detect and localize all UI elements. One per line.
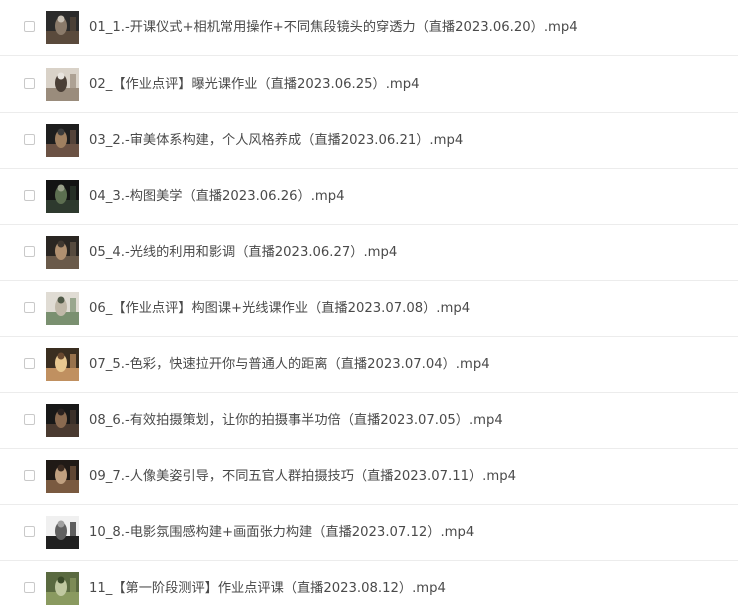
select-checkbox[interactable] — [24, 21, 35, 32]
file-name[interactable]: 04_3.-构图美学（直播2023.06.26）.mp4 — [89, 187, 345, 207]
file-row[interactable]: 03_2.-审美体系构建，个人风格养成（直播2023.06.21）.mp4 — [0, 113, 738, 169]
file-row[interactable]: 09_7.-人像美姿引导，不同五官人群拍摄技巧（直播2023.07.11）.mp… — [0, 449, 738, 505]
file-row[interactable]: 07_5.-色彩，快速拉开你与普通人的距离（直播2023.07.04）.mp4 — [0, 337, 738, 393]
file-name[interactable]: 02_【作业点评】曝光课作业（直播2023.06.25）.mp4 — [89, 75, 420, 95]
file-row[interactable]: 06_【作业点评】构图课+光线课作业（直播2023.07.08）.mp4 — [0, 281, 738, 337]
select-checkbox[interactable] — [24, 470, 35, 481]
select-checkbox[interactable] — [24, 582, 35, 593]
file-row[interactable]: 10_8.-电影氛围感构建+画面张力构建（直播2023.07.12）.mp4 — [0, 505, 738, 561]
select-checkbox[interactable] — [24, 526, 35, 537]
file-name[interactable]: 03_2.-审美体系构建，个人风格养成（直播2023.06.21）.mp4 — [89, 131, 463, 151]
video-thumbnail-icon — [46, 11, 79, 44]
video-thumbnail-icon — [46, 180, 79, 213]
file-list: 01_1.-开课仪式+相机常用操作+不同焦段镜头的穿透力（直播2023.06.2… — [0, 0, 738, 612]
video-thumbnail-icon — [46, 572, 79, 605]
select-checkbox[interactable] — [24, 134, 35, 145]
select-checkbox[interactable] — [24, 414, 35, 425]
select-checkbox[interactable] — [24, 78, 35, 89]
file-row[interactable]: 04_3.-构图美学（直播2023.06.26）.mp4 — [0, 169, 738, 225]
video-thumbnail-icon — [46, 516, 79, 549]
select-checkbox[interactable] — [24, 190, 35, 201]
file-name[interactable]: 08_6.-有效拍摄策划，让你的拍摄事半功倍（直播2023.07.05）.mp4 — [89, 411, 503, 431]
video-thumbnail-icon — [46, 236, 79, 269]
file-row[interactable]: 01_1.-开课仪式+相机常用操作+不同焦段镜头的穿透力（直播2023.06.2… — [0, 0, 738, 56]
select-checkbox[interactable] — [24, 246, 35, 257]
video-thumbnail-icon — [46, 124, 79, 157]
file-name[interactable]: 07_5.-色彩，快速拉开你与普通人的距离（直播2023.07.04）.mp4 — [89, 355, 490, 375]
file-row[interactable]: 05_4.-光线的利用和影调（直播2023.06.27）.mp4 — [0, 225, 738, 281]
select-checkbox[interactable] — [24, 302, 35, 313]
file-name[interactable]: 09_7.-人像美姿引导，不同五官人群拍摄技巧（直播2023.07.11）.mp… — [89, 467, 516, 487]
file-row[interactable]: 08_6.-有效拍摄策划，让你的拍摄事半功倍（直播2023.07.05）.mp4 — [0, 393, 738, 449]
video-thumbnail-icon — [46, 404, 79, 437]
file-name[interactable]: 01_1.-开课仪式+相机常用操作+不同焦段镜头的穿透力（直播2023.06.2… — [89, 18, 578, 38]
file-row[interactable]: 11_【第一阶段测评】作业点评课（直播2023.08.12）.mp4 — [0, 561, 738, 612]
video-thumbnail-icon — [46, 292, 79, 325]
video-thumbnail-icon — [46, 460, 79, 493]
select-checkbox[interactable] — [24, 358, 35, 369]
video-thumbnail-icon — [46, 68, 79, 101]
file-name[interactable]: 10_8.-电影氛围感构建+画面张力构建（直播2023.07.12）.mp4 — [89, 523, 474, 543]
file-row[interactable]: 02_【作业点评】曝光课作业（直播2023.06.25）.mp4 — [0, 57, 738, 113]
file-name[interactable]: 06_【作业点评】构图课+光线课作业（直播2023.07.08）.mp4 — [89, 299, 470, 319]
file-name[interactable]: 05_4.-光线的利用和影调（直播2023.06.27）.mp4 — [89, 243, 397, 263]
video-thumbnail-icon — [46, 348, 79, 381]
file-name[interactable]: 11_【第一阶段测评】作业点评课（直播2023.08.12）.mp4 — [89, 579, 446, 599]
